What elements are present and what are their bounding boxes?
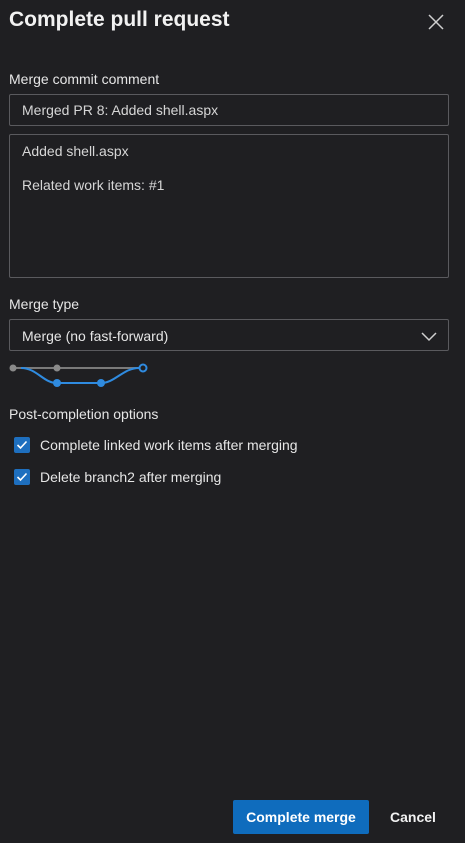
merge-type-diagram bbox=[7, 361, 152, 394]
merge-type-label: Merge type bbox=[9, 296, 80, 312]
checkmark-icon bbox=[16, 440, 28, 450]
dialog-title: Complete pull request bbox=[9, 8, 230, 31]
checkmark-icon bbox=[16, 472, 28, 482]
description-blank-line bbox=[22, 160, 436, 177]
complete-pull-request-dialog: Complete pull request Merge commit comme… bbox=[0, 0, 465, 843]
merge-commit-description-textarea[interactable]: Added shell.aspx Related work items: #1 bbox=[9, 134, 449, 278]
complete-linked-work-items-option[interactable]: Complete linked work items after merging bbox=[14, 437, 298, 453]
complete-merge-button[interactable]: Complete merge bbox=[233, 800, 369, 834]
merge-type-dropdown[interactable]: Merge (no fast-forward) bbox=[9, 319, 449, 351]
merge-commit-comment-label: Merge commit comment bbox=[9, 71, 160, 87]
close-button[interactable] bbox=[425, 11, 447, 33]
cancel-button[interactable]: Cancel bbox=[376, 800, 450, 834]
merge-type-selected-value: Merge (no fast-forward) bbox=[22, 328, 169, 344]
merge-graph-icon bbox=[9, 363, 148, 387]
chevron-down-icon bbox=[421, 329, 437, 345]
description-line: Added shell.aspx bbox=[22, 143, 129, 159]
delete-branch-label: Delete branch2 after merging bbox=[40, 469, 222, 485]
merge-commit-title-input[interactable]: Merged PR 8: Added shell.aspx bbox=[9, 94, 449, 126]
delete-branch-option[interactable]: Delete branch2 after merging bbox=[14, 469, 221, 485]
close-icon bbox=[428, 14, 444, 30]
description-line: Related work items: #1 bbox=[22, 177, 165, 193]
post-completion-options-label: Post-completion options bbox=[9, 406, 159, 422]
complete-linked-work-items-checkbox[interactable] bbox=[14, 437, 30, 453]
delete-branch-checkbox[interactable] bbox=[14, 469, 30, 485]
complete-linked-work-items-label: Complete linked work items after merging bbox=[40, 437, 298, 453]
